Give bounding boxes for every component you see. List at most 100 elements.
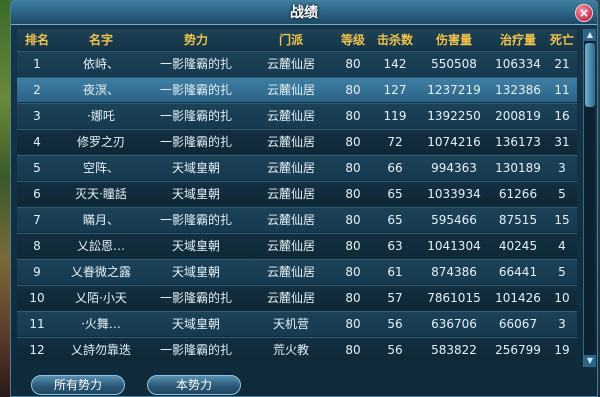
cell-faction: 一影隆霸的扎 — [159, 135, 232, 149]
cell-damage: 595466 — [431, 213, 477, 227]
cell-kills: 72 — [387, 135, 403, 149]
table-row[interactable]: 10 乂陌·小天 一影隆霸的扎 云麓仙居 80 57 7861015 101426 10 — [17, 285, 577, 310]
cell-deaths: 19 — [554, 343, 570, 357]
cell-rank: 9 — [33, 265, 41, 279]
cell-deaths: 21 — [554, 57, 570, 71]
window-title: 战绩 — [290, 5, 318, 21]
cell-rank: 1 — [33, 57, 41, 71]
cell-sect: 云麓仙居 — [266, 291, 315, 305]
cell-deaths: 11 — [554, 83, 570, 97]
cell-kills: 57 — [387, 291, 403, 305]
cell-faction: 一影隆霸的扎 — [159, 213, 232, 227]
cell-kills: 65 — [387, 213, 403, 227]
cell-name: 修罗之刃 — [76, 135, 125, 149]
close-icon[interactable]: × — [575, 4, 593, 22]
cell-rank: 5 — [33, 161, 41, 175]
cell-deaths: 5 — [558, 187, 566, 201]
table-row[interactable]: 3 ·娜吒 一影隆霸的扎 云麓仙居 80 119 1392250 200819 16 — [17, 103, 577, 128]
cell-level: 80 — [345, 109, 361, 123]
cell-rank: 11 — [29, 317, 45, 331]
column-header-sect[interactable]: 门派 — [247, 29, 335, 51]
cell-sect: 云麓仙居 — [266, 161, 315, 175]
cell-deaths: 16 — [554, 109, 570, 123]
table-row[interactable]: 1 依峙、 一影隆霸的扎 云麓仙居 80 142 550508 106334 21 — [17, 51, 577, 76]
scroll-thumb[interactable] — [585, 43, 595, 107]
cell-faction: 一影隆霸的扎 — [159, 83, 232, 97]
cell-deaths: 15 — [554, 213, 570, 227]
cell-sect: 云麓仙居 — [266, 57, 315, 71]
cell-faction: 一影隆霸的扎 — [159, 291, 232, 305]
cell-sect: 荒火教 — [272, 343, 309, 357]
cell-faction: 一影隆霸的扎 — [159, 109, 232, 123]
cell-level: 80 — [345, 161, 361, 175]
table-row[interactable]: 5 空阵、 天域皇朝 云麓仙居 80 66 994363 130189 3 — [17, 155, 577, 180]
scroll-up-icon[interactable]: ▲ — [584, 29, 596, 41]
cell-damage: 636706 — [431, 317, 477, 331]
cell-level: 80 — [345, 57, 361, 71]
table-row[interactable]: 2 夜溟、 一影隆霸的扎 云麓仙居 80 127 1237219 132386 11 — [17, 77, 577, 102]
cell-kills: 142 — [383, 57, 407, 71]
column-header-damage[interactable]: 伤害量 — [419, 29, 489, 51]
cell-level: 80 — [345, 83, 361, 97]
cell-level: 80 — [345, 265, 361, 279]
column-header-kills[interactable]: 击杀数 — [371, 29, 419, 51]
table-row[interactable]: 11 ·火舞… 天域皇朝 天机营 80 56 636706 66067 3 — [17, 311, 577, 336]
cell-deaths: 31 — [554, 135, 570, 149]
cell-damage: 874386 — [431, 265, 477, 279]
cell-sect: 天机营 — [272, 317, 309, 331]
table-row[interactable]: 7 瞞月、 一影隆霸的扎 云麓仙居 80 65 595466 87515 15 — [17, 207, 577, 232]
cell-damage: 1392250 — [427, 109, 481, 123]
cell-kills: 66 — [387, 161, 403, 175]
cell-level: 80 — [345, 317, 361, 331]
this-faction-button[interactable]: 本势力 — [147, 375, 241, 395]
cell-name: 乂陌·小天 — [75, 291, 127, 305]
cell-healing: 106334 — [495, 57, 541, 71]
table-row[interactable]: 8 乂訟恩… 天域皇朝 云麓仙居 80 63 1041304 40245 4 — [17, 233, 577, 258]
cell-sect: 云麓仙居 — [266, 109, 315, 123]
all-factions-button[interactable]: 所有势力 — [31, 375, 125, 395]
cell-deaths: 4 — [558, 239, 566, 253]
cell-damage: 1237219 — [427, 83, 481, 97]
cell-deaths: 5 — [558, 265, 566, 279]
cell-rank: 7 — [33, 213, 41, 227]
cell-name: 乂詩勿靠迭 — [70, 343, 131, 357]
cell-healing: 132386 — [495, 83, 541, 97]
cell-name: 依峙、 — [82, 57, 119, 71]
cell-kills: 56 — [387, 317, 403, 331]
cell-name: 乂眷微之露 — [70, 265, 131, 279]
cell-faction: 一影隆霸的扎 — [159, 57, 232, 71]
cell-damage: 583822 — [431, 343, 477, 357]
cell-healing: 136173 — [495, 135, 541, 149]
column-header-healing[interactable]: 治疗量 — [489, 29, 547, 51]
cell-deaths: 3 — [558, 317, 566, 331]
cell-level: 80 — [345, 135, 361, 149]
cell-deaths: 3 — [558, 161, 566, 175]
column-header-level[interactable]: 等级 — [335, 29, 371, 51]
cell-kills: 63 — [387, 239, 403, 253]
title-bar[interactable]: 战绩 × — [11, 1, 597, 25]
cell-damage: 550508 — [431, 57, 477, 71]
table-row[interactable]: 9 乂眷微之露 天域皇朝 云麓仙居 80 61 874386 66441 5 — [17, 259, 577, 284]
column-header-rank[interactable]: 排名 — [17, 29, 57, 51]
table-row[interactable]: 12 乂詩勿靠迭 一影隆霸的扎 荒火教 80 56 583822 256799 19 — [17, 337, 577, 362]
cell-faction: 天域皇朝 — [171, 161, 220, 175]
scrollbar[interactable]: ▲ ▼ — [583, 29, 596, 367]
column-header-deaths[interactable]: 死亡 — [547, 29, 577, 51]
column-header-name[interactable]: 名字 — [57, 29, 145, 51]
cell-sect: 云麓仙居 — [266, 187, 315, 201]
scroll-down-icon[interactable]: ▼ — [584, 355, 596, 367]
table-row[interactable]: 4 修罗之刃 一影隆霸的扎 云麓仙居 80 72 1074216 136173 31 — [17, 129, 577, 154]
cell-name: 灭天·瞳話 — [75, 187, 127, 201]
cell-rank: 4 — [33, 135, 41, 149]
cell-healing: 66067 — [498, 317, 538, 331]
table-row[interactable]: 6 灭天·瞳話 天域皇朝 云麓仙居 80 65 1033934 61266 5 — [17, 181, 577, 206]
cell-healing: 101426 — [495, 291, 541, 305]
cell-damage: 1033934 — [427, 187, 481, 201]
cell-name: ·火舞… — [81, 317, 121, 331]
cell-healing: 256799 — [495, 343, 541, 357]
cell-sect: 云麓仙居 — [266, 135, 315, 149]
battle-record-window: 战绩 × 排名 名字 势力 门派 等级 击杀数 伤害量 治疗量 死亡 1 依峙、 一影隆霸的扎 云麓仙… — [10, 0, 598, 397]
column-header-faction[interactable]: 势力 — [145, 29, 247, 51]
cell-rank: 10 — [29, 291, 45, 305]
cell-rank: 2 — [33, 83, 41, 97]
